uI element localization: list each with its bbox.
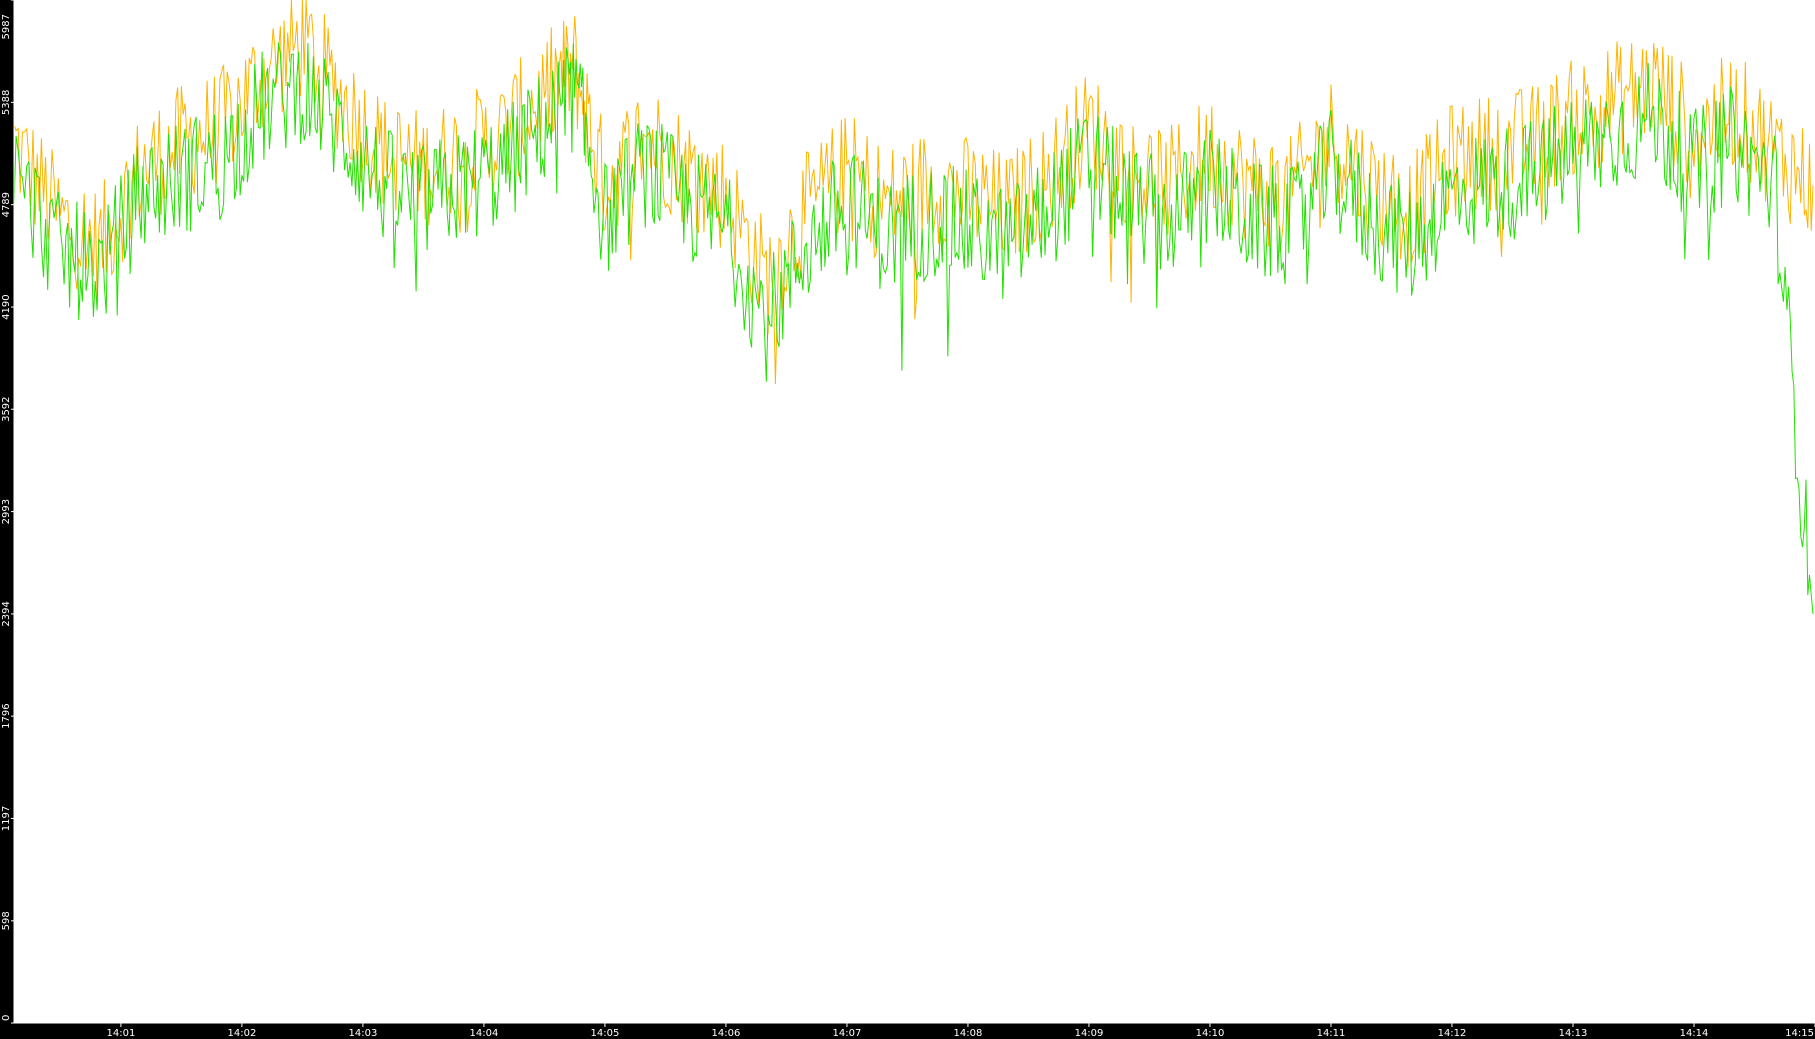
x-tick-label: 14:15 — [1785, 1028, 1814, 1039]
y-tick-label: 2394 — [1, 601, 12, 626]
x-tick-label: 14:01 — [106, 1028, 135, 1039]
x-tick-label: 14:14 — [1680, 1028, 1709, 1039]
x-tick-label: 14:03 — [348, 1028, 377, 1039]
x-tick-label: 14:13 — [1559, 1028, 1588, 1039]
y-tick-label: 4190 — [1, 294, 12, 319]
x-tick-label: 14:09 — [1075, 1028, 1104, 1039]
x-tick-label: 14:07 — [832, 1028, 861, 1039]
y-tick-label: 1197 — [1, 806, 12, 831]
y-tick-label: 0 — [1, 1015, 12, 1021]
y-tick-label: 3592 — [1, 396, 12, 421]
x-tick-label: 14:02 — [227, 1028, 256, 1039]
x-tick-label: 14:08 — [953, 1028, 982, 1039]
y-tick-label: 598 — [1, 911, 12, 930]
y-tick-label: 5388 — [1, 90, 12, 115]
y-tick-label: 1796 — [1, 703, 12, 728]
x-tick-label: 14:10 — [1196, 1028, 1225, 1039]
x-tick-label: 14:11 — [1317, 1028, 1346, 1039]
x-tick-label: 14:12 — [1438, 1028, 1467, 1039]
y-tick-label: 2993 — [1, 499, 12, 524]
x-tick-label: 14:05 — [590, 1028, 619, 1039]
line-chart: 0 598 1197 1796 2394 2993 3592 4190 4789 5388 5987… — [0, 0, 1815, 1039]
chart-container: 0 598 1197 1796 2394 2993 3592 4190 4789 5388 5987… — [0, 0, 1815, 1039]
x-tick-label: 14:06 — [711, 1028, 740, 1039]
x-tick-label: 14:04 — [469, 1028, 498, 1039]
y-tick-label: 5987 — [1, 14, 12, 39]
y-tick-label: 4789 — [1, 192, 12, 217]
